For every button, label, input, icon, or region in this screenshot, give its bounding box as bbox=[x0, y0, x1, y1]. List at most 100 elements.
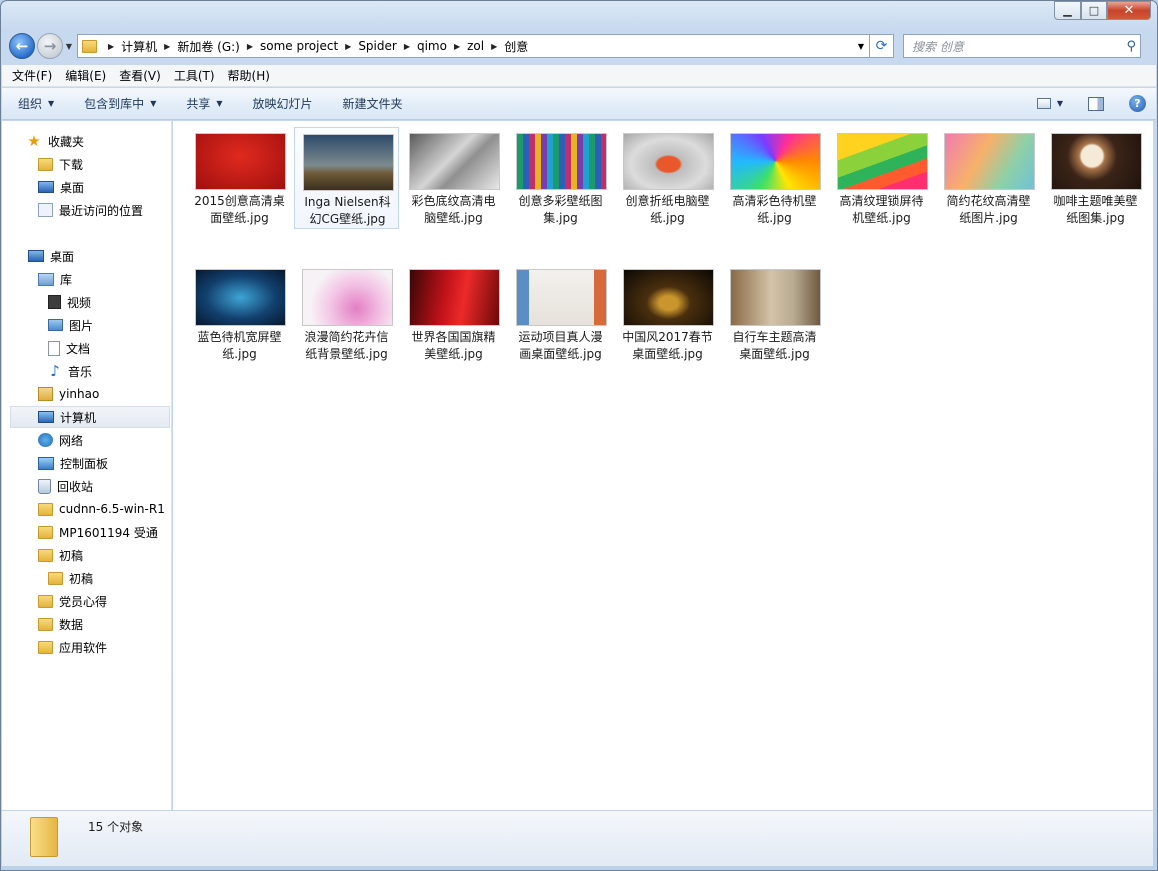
download-folder-icon bbox=[38, 157, 53, 171]
nav-label: 文档 bbox=[66, 341, 91, 356]
organize-label: 组织 bbox=[18, 97, 43, 111]
nav-folder-mp[interactable]: MP1601194 受通 bbox=[38, 521, 171, 543]
crumb-drive[interactable]: 新加卷 (G:) bbox=[177, 38, 240, 55]
include-in-library-button[interactable]: 包含到库中 ▼ bbox=[84, 95, 156, 112]
help-icon[interactable]: ? bbox=[1129, 95, 1146, 112]
file-name-line2: 纸背景壁纸.jpg bbox=[305, 347, 388, 361]
chevron-down-icon[interactable]: ▼ bbox=[1057, 99, 1063, 108]
file-item[interactable]: 浪漫简约花卉信 纸背景壁纸.jpg bbox=[294, 263, 399, 365]
crumb-computer[interactable]: 计算机 bbox=[121, 38, 157, 55]
file-item[interactable]: 自行车主题高清 桌面壁纸.jpg bbox=[722, 263, 827, 365]
chevron-right-icon[interactable]: ▶ bbox=[404, 42, 410, 51]
forward-button[interactable]: → bbox=[37, 33, 63, 59]
menu-view[interactable]: 查看(V) bbox=[119, 67, 161, 84]
file-name: 世界各国国旗精 美壁纸.jpg bbox=[401, 329, 506, 363]
file-item[interactable]: 高清彩色待机壁 纸.jpg bbox=[722, 127, 827, 229]
chevron-right-icon[interactable]: ▶ bbox=[247, 42, 253, 51]
nav-documents[interactable]: 文档 bbox=[48, 337, 171, 359]
nav-control-panel[interactable]: 控制面板 bbox=[38, 452, 171, 474]
file-name-line1: 高清纹理锁屏待 bbox=[839, 194, 924, 208]
nav-folder-apps[interactable]: 应用软件 bbox=[38, 636, 171, 658]
chevron-right-icon[interactable]: ▶ bbox=[491, 42, 497, 51]
new-folder-button[interactable]: 新建文件夹 bbox=[343, 95, 403, 112]
slideshow-button[interactable]: 放映幻灯片 bbox=[253, 95, 313, 112]
picture-library-icon bbox=[48, 319, 63, 331]
chevron-right-icon[interactable]: ▶ bbox=[108, 42, 114, 51]
nav-recycle-bin[interactable]: 回收站 bbox=[38, 475, 171, 497]
nav-network[interactable]: 网络 bbox=[38, 429, 171, 451]
image-thumbnail bbox=[623, 133, 714, 190]
nav-favorites[interactable]: ★ 收藏夹 bbox=[26, 130, 171, 152]
nav-desktop-favorite[interactable]: 桌面 bbox=[38, 176, 171, 198]
file-name: 咖啡主题唯美壁 纸图集.jpg bbox=[1043, 193, 1148, 227]
nav-folder-draft-sub[interactable]: 初稿 bbox=[48, 567, 171, 589]
nav-pictures[interactable]: 图片 bbox=[48, 314, 171, 336]
details-pane: 15 个对象 bbox=[2, 810, 1153, 866]
file-item[interactable]: 2015创意高清桌 面壁纸.jpg bbox=[187, 127, 292, 229]
chevron-right-icon[interactable]: ▶ bbox=[454, 42, 460, 51]
recent-pages-dropdown[interactable]: ▼ bbox=[63, 42, 75, 51]
nav-libraries[interactable]: 库 bbox=[38, 268, 171, 290]
search-input[interactable]: 搜索 创意 ⚲ bbox=[903, 34, 1141, 58]
nav-user-yinhao[interactable]: yinhao bbox=[38, 383, 171, 405]
nav-videos[interactable]: 视频 bbox=[48, 291, 171, 313]
nav-label: 初稿 bbox=[59, 548, 84, 563]
nav-folder-draft[interactable]: 初稿 bbox=[38, 544, 171, 566]
file-item[interactable]: 咖啡主题唯美壁 纸图集.jpg bbox=[1043, 127, 1148, 229]
refresh-button[interactable]: ⟳ bbox=[870, 34, 894, 58]
file-item[interactable]: 运动项目真人漫 画桌面壁纸.jpg bbox=[508, 263, 613, 365]
music-note-icon: ♪ bbox=[50, 362, 60, 380]
breadcrumb: ▶ 计算机 ▶ 新加卷 (G:) ▶ some project ▶ Spider… bbox=[101, 38, 528, 55]
menu-file[interactable]: 文件(F) bbox=[12, 67, 52, 84]
crumb-spider[interactable]: Spider bbox=[358, 39, 397, 53]
crumb-some-project[interactable]: some project bbox=[260, 39, 338, 53]
file-name-line2: 桌面壁纸.jpg bbox=[739, 347, 810, 361]
file-item[interactable]: 简约花纹高清壁 纸图片.jpg bbox=[936, 127, 1041, 229]
crumb-zol[interactable]: zol bbox=[467, 39, 484, 53]
address-dropdown-icon[interactable]: ▼ bbox=[853, 42, 869, 51]
nav-label: cudnn-6.5-win-R1 bbox=[59, 502, 165, 516]
file-item[interactable]: 蓝色待机宽屏壁 纸.jpg bbox=[187, 263, 292, 365]
file-name-line1: 简约花纹高清壁 bbox=[946, 194, 1031, 208]
file-item[interactable]: 高清纹理锁屏待 机壁纸.jpg bbox=[829, 127, 934, 229]
file-item[interactable]: 彩色底纹高清电 脑壁纸.jpg bbox=[401, 127, 506, 229]
share-button[interactable]: 共享 ▼ bbox=[186, 95, 222, 112]
view-mode-icon[interactable] bbox=[1036, 98, 1051, 109]
menu-help[interactable]: 帮助(H) bbox=[228, 67, 270, 84]
organize-button[interactable]: 组织 ▼ bbox=[18, 95, 54, 112]
crumb-qimo[interactable]: qimo bbox=[417, 39, 447, 53]
nav-label: 收藏夹 bbox=[48, 134, 85, 149]
menu-edit[interactable]: 编辑(E) bbox=[65, 67, 106, 84]
nav-downloads[interactable]: 下载 bbox=[38, 153, 171, 175]
nav-folder-party[interactable]: 党员心得 bbox=[38, 590, 171, 612]
file-item[interactable]: 创意折纸电脑壁 纸.jpg bbox=[615, 127, 720, 229]
nav-label: 党员心得 bbox=[59, 594, 108, 609]
search-icon[interactable]: ⚲ bbox=[1126, 39, 1136, 54]
video-library-icon bbox=[48, 295, 61, 309]
back-button[interactable]: ← bbox=[9, 33, 35, 59]
chevron-right-icon[interactable]: ▶ bbox=[345, 42, 351, 51]
file-item[interactable]: Inga Nielsen科 幻CG壁纸.jpg bbox=[294, 127, 399, 229]
preview-pane-icon[interactable] bbox=[1088, 96, 1104, 111]
file-item[interactable]: 创意多彩壁纸图 集.jpg bbox=[508, 127, 613, 229]
nav-folder-cudnn[interactable]: cudnn-6.5-win-R1 bbox=[38, 498, 171, 520]
nav-music[interactable]: ♪ 音乐 bbox=[48, 360, 171, 382]
file-item[interactable]: 中国风2017春节 桌面壁纸.jpg bbox=[615, 263, 720, 365]
nav-folder-data[interactable]: 数据 bbox=[38, 613, 171, 635]
nav-recent-places[interactable]: 最近访问的位置 bbox=[38, 199, 171, 221]
nav-computer[interactable]: 计算机 bbox=[10, 406, 170, 428]
menu-tools[interactable]: 工具(T) bbox=[174, 67, 215, 84]
maximize-button[interactable]: □ bbox=[1081, 1, 1107, 20]
minimize-button[interactable]: ▁ bbox=[1054, 1, 1081, 20]
nav-desktop[interactable]: 桌面 bbox=[28, 245, 171, 267]
chevron-down-icon: ▼ bbox=[216, 99, 223, 108]
address-bar[interactable]: ▶ 计算机 ▶ 新加卷 (G:) ▶ some project ▶ Spider… bbox=[77, 34, 870, 58]
file-item[interactable]: 世界各国国旗精 美壁纸.jpg bbox=[401, 263, 506, 365]
folder-icon bbox=[38, 617, 53, 631]
file-name-line2: 纸.jpg bbox=[650, 211, 685, 225]
crumb-current[interactable]: 创意 bbox=[504, 38, 528, 55]
control-panel-icon bbox=[38, 456, 54, 470]
close-button[interactable]: ✕ bbox=[1107, 1, 1151, 20]
chevron-right-icon[interactable]: ▶ bbox=[164, 42, 170, 51]
image-thumbnail bbox=[623, 269, 714, 326]
